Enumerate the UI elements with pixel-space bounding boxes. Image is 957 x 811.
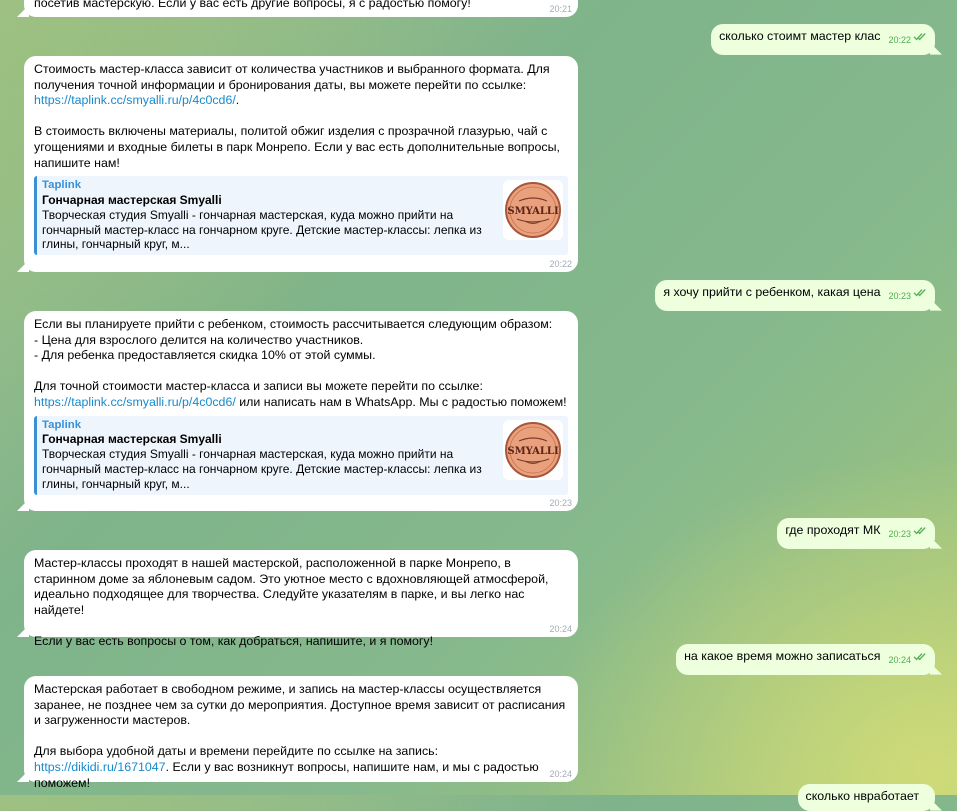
message-text: на какое время можно записаться xyxy=(684,649,881,663)
outgoing-message: где проходят МК 20:23 xyxy=(777,518,935,549)
message-text: Мастерская работает в свободном режиме, … xyxy=(34,682,568,791)
double-check-icon xyxy=(913,33,926,41)
double-check-icon xyxy=(913,527,926,535)
link-preview[interactable]: Taplink Гончарная мастерская Smyalli Творч… xyxy=(34,415,568,495)
message-time: 20:22 xyxy=(888,35,911,45)
message-time: 20:23 xyxy=(549,498,572,508)
message-time: 20:22 xyxy=(549,259,572,269)
outgoing-message: на какое время можно записаться 20:24 xyxy=(676,644,935,675)
message-time: 20:24 xyxy=(888,655,911,665)
message-text-part: Мастер-классы проходят в нашей мастерско… xyxy=(34,556,549,648)
double-check-icon xyxy=(913,653,926,661)
message-time: 20:21 xyxy=(549,4,572,14)
link-preview-title: Гончарная мастерская Smyalli xyxy=(42,192,222,207)
message-time: 20:24 xyxy=(549,769,572,779)
message-text-part: Стоимость мастер-класса зависит от колич… xyxy=(34,62,554,92)
chat-history[interactable]: посетив мастерскую. Если у вас есть друг… xyxy=(0,0,957,811)
message-text-part: Мастерская работает в свободном режиме, … xyxy=(34,682,566,759)
message-text: я хочу прийти с ребенком, какая цена xyxy=(663,285,881,299)
link-preview-thumbnail: SMYALLI xyxy=(503,180,563,241)
incoming-message: Стоимость мастер-класса зависит от колич… xyxy=(24,56,578,272)
message-text: сколько нвработает xyxy=(805,789,919,803)
svg-text:SMYALLI: SMYALLI xyxy=(507,446,559,457)
message-text: Стоимость мастер-класса зависит от колич… xyxy=(34,62,568,171)
message-text: сколько стоимт мастер клас xyxy=(719,29,881,43)
link-preview-site: Taplink xyxy=(42,179,82,192)
smyalli-logo: SMYALLI xyxy=(505,182,561,239)
link-preview[interactable]: Taplink Гончарная мастерская Smyalli Творч… xyxy=(34,176,568,256)
link-preview-description: Творческая студия Smyalli - гончарная ма… xyxy=(42,447,482,491)
message-link[interactable]: https://taplink.cc/smyalli.ru/p/4c0cd6/ xyxy=(34,395,236,409)
message-text: Мастер-классы проходят в нашей мастерско… xyxy=(34,556,568,650)
message-time: 20:23 xyxy=(888,529,911,539)
link-preview-thumbnail: SMYALLI xyxy=(503,419,563,480)
smyalli-logo: SMYALLI xyxy=(505,421,561,478)
message-text-part: или написать нам в WhatsApp. Мы с радост… xyxy=(235,394,567,409)
link-preview-site: Taplink xyxy=(42,418,82,431)
incoming-message: Мастерская работает в свободном режиме, … xyxy=(24,676,578,790)
incoming-message: Если вы планируете прийти с ребенком, ст… xyxy=(24,311,578,511)
message-link[interactable]: https://taplink.cc/smyalli.ru/p/4c0cd6/ xyxy=(34,93,236,107)
message-text: посетив мастерскую. Если у вас есть друг… xyxy=(34,0,471,10)
message-time: 20:24 xyxy=(549,624,572,634)
double-check-icon xyxy=(913,289,926,297)
outgoing-message: сколько нвработает xyxy=(797,784,935,811)
message-time: 20:23 xyxy=(888,291,911,301)
svg-text:SMYALLI: SMYALLI xyxy=(507,206,559,217)
outgoing-message: сколько стоимт мастер клас 20:22 xyxy=(711,24,935,55)
message-text-part: Если вы планируете прийти с ребенком, ст… xyxy=(34,317,553,394)
link-preview-description: Творческая студия Smyalli - гончарная ма… xyxy=(42,207,482,252)
link-preview-title: Гончарная мастерская Smyalli xyxy=(42,432,222,447)
message-text: где проходят МК xyxy=(785,523,881,537)
incoming-message: посетив мастерскую. Если у вас есть друг… xyxy=(24,0,578,17)
message-text: Если вы планируете прийти с ребенком, ст… xyxy=(34,317,568,411)
message-link[interactable]: https://dikidi.ru/1671047 xyxy=(34,760,166,774)
incoming-message: Мастер-классы проходят в нашей мастерско… xyxy=(24,550,578,648)
outgoing-message: я хочу прийти с ребенком, какая цена 20:2… xyxy=(655,280,935,311)
